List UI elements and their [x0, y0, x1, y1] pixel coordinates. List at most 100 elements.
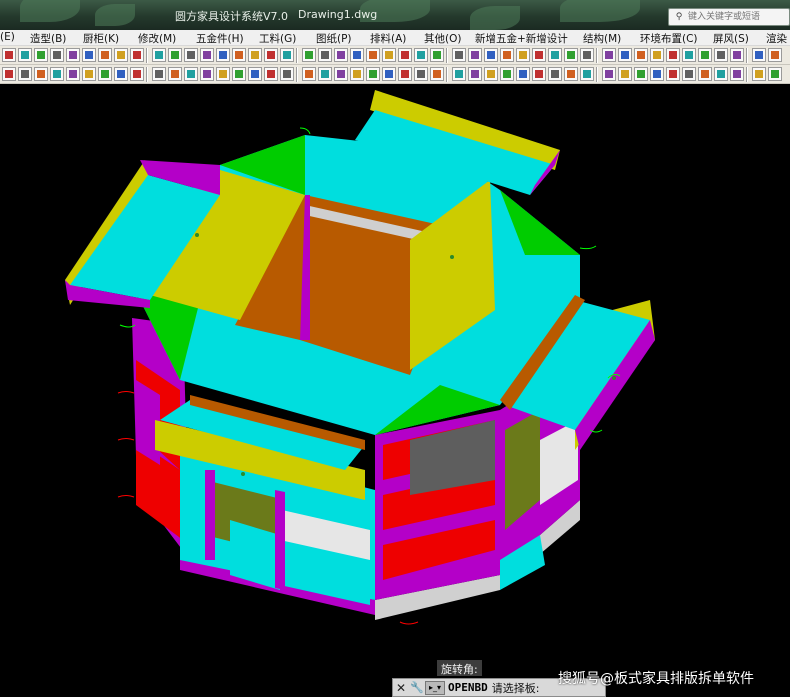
toolbar-button[interactable]	[580, 67, 594, 81]
command-dropdown-button[interactable]: ▸_▾	[425, 680, 445, 695]
menu-item-modeling[interactable]: 造型(B)	[30, 31, 66, 45]
toolbar-button[interactable]	[200, 48, 214, 62]
toolbar-button[interactable]	[634, 48, 648, 62]
toolbar-button[interactable]	[414, 67, 428, 81]
toolbar-button[interactable]	[350, 67, 364, 81]
toolbar-button[interactable]	[168, 48, 182, 62]
toolbar-button[interactable]	[200, 67, 214, 81]
toolbar-button[interactable]	[114, 67, 128, 81]
toolbar-button[interactable]	[232, 67, 246, 81]
wrench-icon[interactable]: 🔧	[409, 681, 425, 694]
toolbar-button[interactable]	[602, 67, 616, 81]
toolbar-button[interactable]	[216, 48, 230, 62]
help-search-input[interactable]	[688, 9, 788, 25]
toolbar-button[interactable]	[18, 67, 32, 81]
toolbar-button[interactable]	[666, 48, 680, 62]
toolbar-button[interactable]	[184, 67, 198, 81]
menu-item-nesting[interactable]: 排料(A)	[370, 31, 406, 45]
toolbar-button[interactable]	[280, 48, 294, 62]
menu-item-environment[interactable]: 环境布置(C)	[640, 31, 698, 45]
toolbar-button[interactable]	[682, 48, 696, 62]
toolbar-button[interactable]	[66, 67, 80, 81]
toolbar-button[interactable]	[152, 48, 166, 62]
toolbar-button[interactable]	[66, 48, 80, 62]
toolbar-button[interactable]	[698, 67, 712, 81]
toolbar-button[interactable]	[382, 67, 396, 81]
toolbar-button[interactable]	[34, 48, 48, 62]
toolbar-button[interactable]	[714, 67, 728, 81]
toolbar-button[interactable]	[366, 48, 380, 62]
toolbar-button[interactable]	[302, 48, 316, 62]
toolbar-button[interactable]	[114, 48, 128, 62]
menu-item-structure[interactable]: 结构(M)	[583, 31, 621, 45]
menu-item-edit[interactable]: (E)	[0, 31, 15, 43]
toolbar-button[interactable]	[548, 48, 562, 62]
toolbar-button[interactable]	[2, 48, 16, 62]
toolbar-button[interactable]	[98, 48, 112, 62]
toolbar-button[interactable]	[532, 48, 546, 62]
toolbar-button[interactable]	[350, 48, 364, 62]
toolbar-button[interactable]	[682, 67, 696, 81]
menu-item-modify[interactable]: 修改(M)	[138, 31, 176, 45]
toolbar-button[interactable]	[516, 48, 530, 62]
toolbar-button[interactable]	[398, 67, 412, 81]
toolbar-button[interactable]	[216, 67, 230, 81]
toolbar-button[interactable]	[334, 48, 348, 62]
toolbar-button[interactable]	[564, 48, 578, 62]
toolbar-button[interactable]	[468, 67, 482, 81]
toolbar-button[interactable]	[130, 48, 144, 62]
toolbar-button[interactable]	[248, 48, 262, 62]
toolbar-button[interactable]	[618, 67, 632, 81]
toolbar-button[interactable]	[452, 48, 466, 62]
menu-item-new-hardware-design[interactable]: 新增五金+新增设计	[475, 31, 568, 45]
menu-item-screen[interactable]: 屏风(S)	[713, 31, 749, 45]
toolbar-button[interactable]	[452, 67, 466, 81]
toolbar-button[interactable]	[382, 48, 396, 62]
toolbar-button[interactable]	[666, 67, 680, 81]
toolbar-button[interactable]	[500, 48, 514, 62]
toolbar-button[interactable]	[602, 48, 616, 62]
toolbar-button[interactable]	[580, 48, 594, 62]
toolbar-button[interactable]	[82, 67, 96, 81]
toolbar-button[interactable]	[130, 67, 144, 81]
toolbar-button[interactable]	[232, 48, 246, 62]
toolbar-button[interactable]	[752, 48, 766, 62]
toolbar-button[interactable]	[500, 67, 514, 81]
help-search-box[interactable]: ⚲	[668, 8, 790, 26]
menu-item-other[interactable]: 其他(O)	[424, 31, 461, 45]
toolbar-button[interactable]	[430, 48, 444, 62]
toolbar-button[interactable]	[730, 48, 744, 62]
toolbar-button[interactable]	[516, 67, 530, 81]
close-icon[interactable]: ✕	[393, 681, 409, 695]
toolbar-button[interactable]	[730, 67, 744, 81]
drawing-canvas[interactable]	[0, 85, 790, 697]
toolbar-button[interactable]	[398, 48, 412, 62]
toolbar-button[interactable]	[366, 67, 380, 81]
toolbar-button[interactable]	[618, 48, 632, 62]
menu-item-hardware[interactable]: 五金件(H)	[196, 31, 244, 45]
toolbar-button[interactable]	[184, 48, 198, 62]
toolbar-button[interactable]	[152, 67, 166, 81]
toolbar-button[interactable]	[50, 67, 64, 81]
toolbar-button[interactable]	[768, 48, 782, 62]
toolbar-button[interactable]	[18, 48, 32, 62]
toolbar-button[interactable]	[334, 67, 348, 81]
toolbar-button[interactable]	[264, 48, 278, 62]
menu-item-drawings[interactable]: 图纸(P)	[316, 31, 352, 45]
toolbar-button[interactable]	[318, 67, 332, 81]
toolbar-button[interactable]	[98, 67, 112, 81]
toolbar-button[interactable]	[752, 67, 766, 81]
toolbar-button[interactable]	[532, 67, 546, 81]
toolbar-button[interactable]	[768, 67, 782, 81]
toolbar-button[interactable]	[468, 48, 482, 62]
toolbar-button[interactable]	[280, 67, 294, 81]
toolbar-button[interactable]	[430, 67, 444, 81]
menu-item-kitchen-cabinet[interactable]: 厨柜(K)	[83, 31, 119, 45]
menu-item-render[interactable]: 渲染	[766, 31, 787, 45]
toolbar-button[interactable]	[248, 67, 262, 81]
toolbar-button[interactable]	[484, 67, 498, 81]
menu-item-materials[interactable]: 工料(G)	[259, 31, 296, 45]
toolbar-button[interactable]	[650, 67, 664, 81]
toolbar-button[interactable]	[650, 48, 664, 62]
toolbar-button[interactable]	[82, 48, 96, 62]
